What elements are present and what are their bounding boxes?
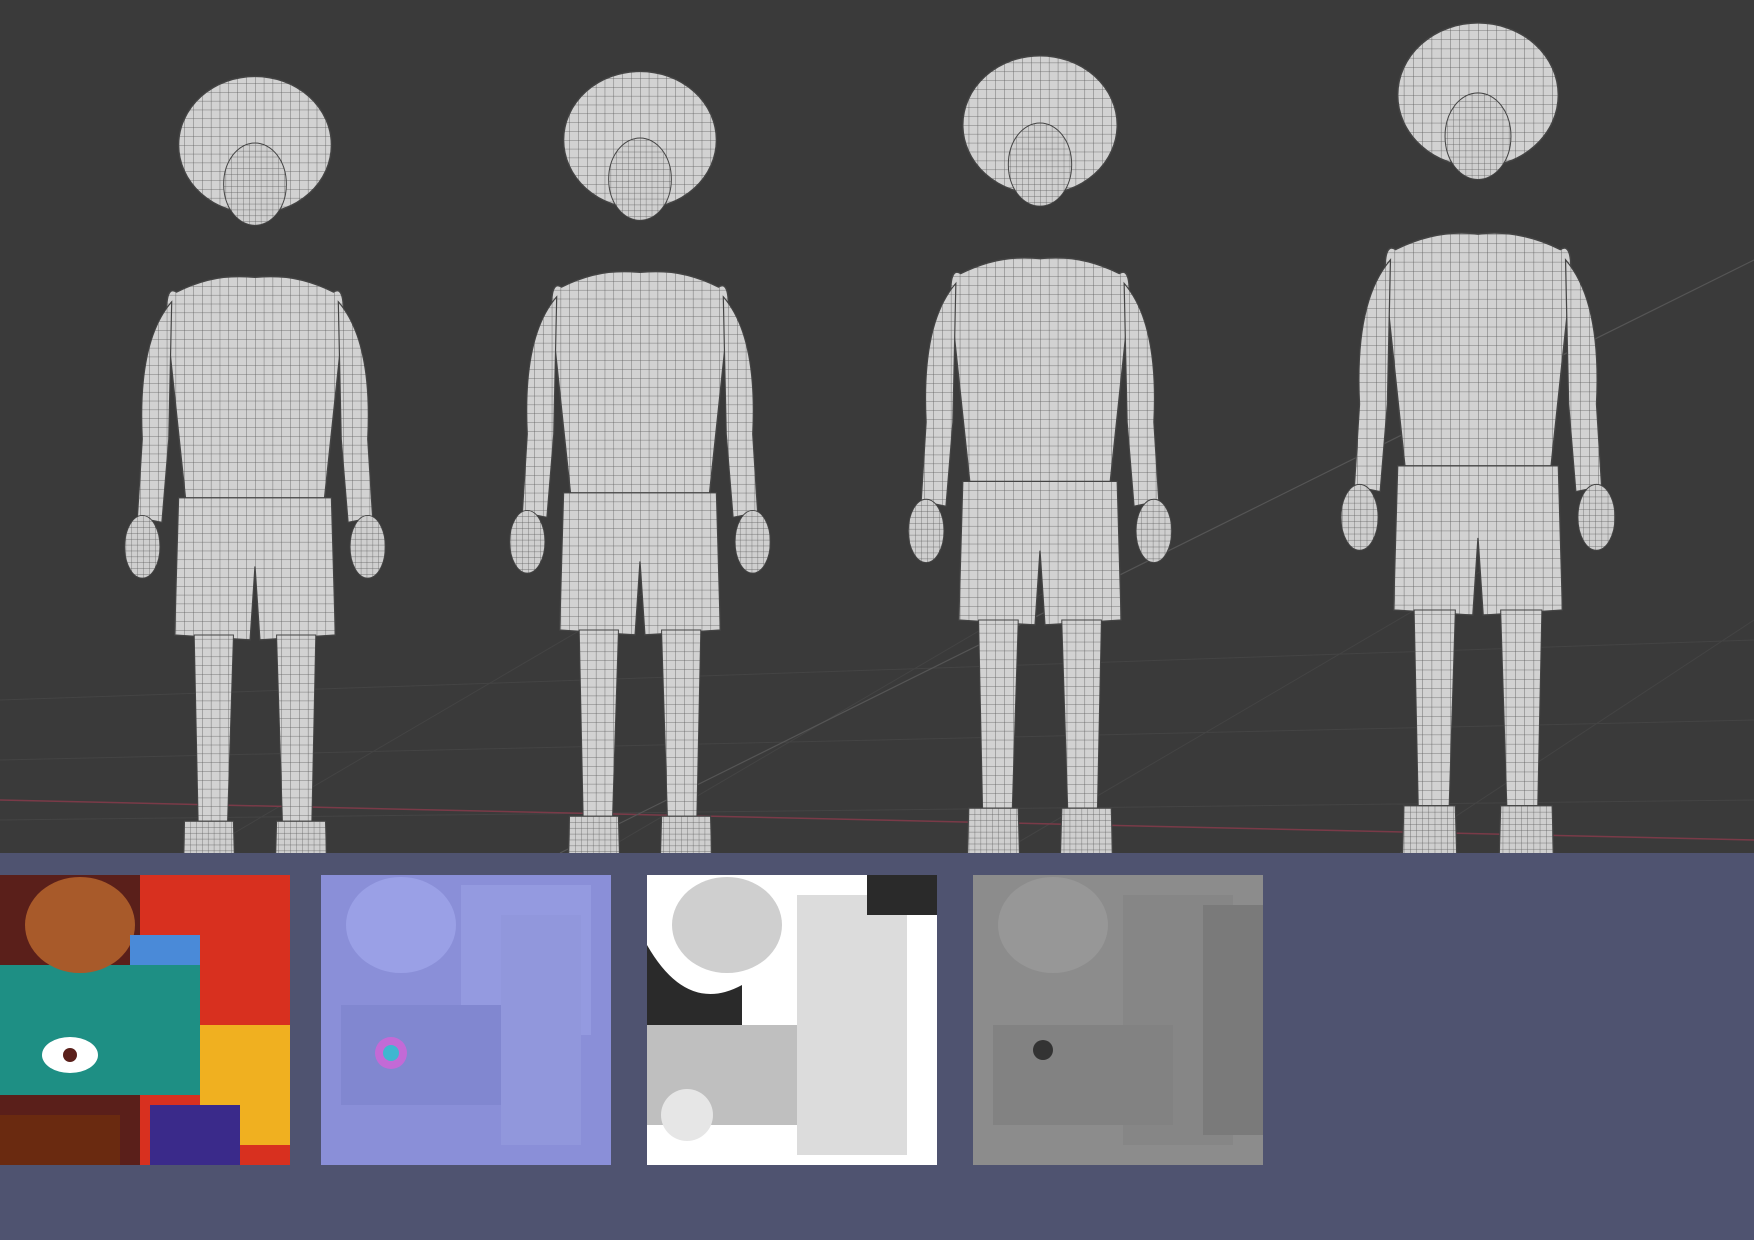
character-side-icon[interactable] [907,54,1173,853]
height-map-icon[interactable] [973,875,1263,1165]
ao-map-icon[interactable] [647,875,937,1165]
texture-panel [0,853,1754,1240]
3d-viewport[interactable] [0,0,1754,853]
normal-map-icon[interactable] [321,875,611,1165]
character-three-quarter-icon[interactable] [508,70,772,853]
albedo-texture-icon[interactable] [0,875,290,1165]
x-axis-line [0,799,1754,841]
character-front-icon[interactable] [123,75,387,853]
